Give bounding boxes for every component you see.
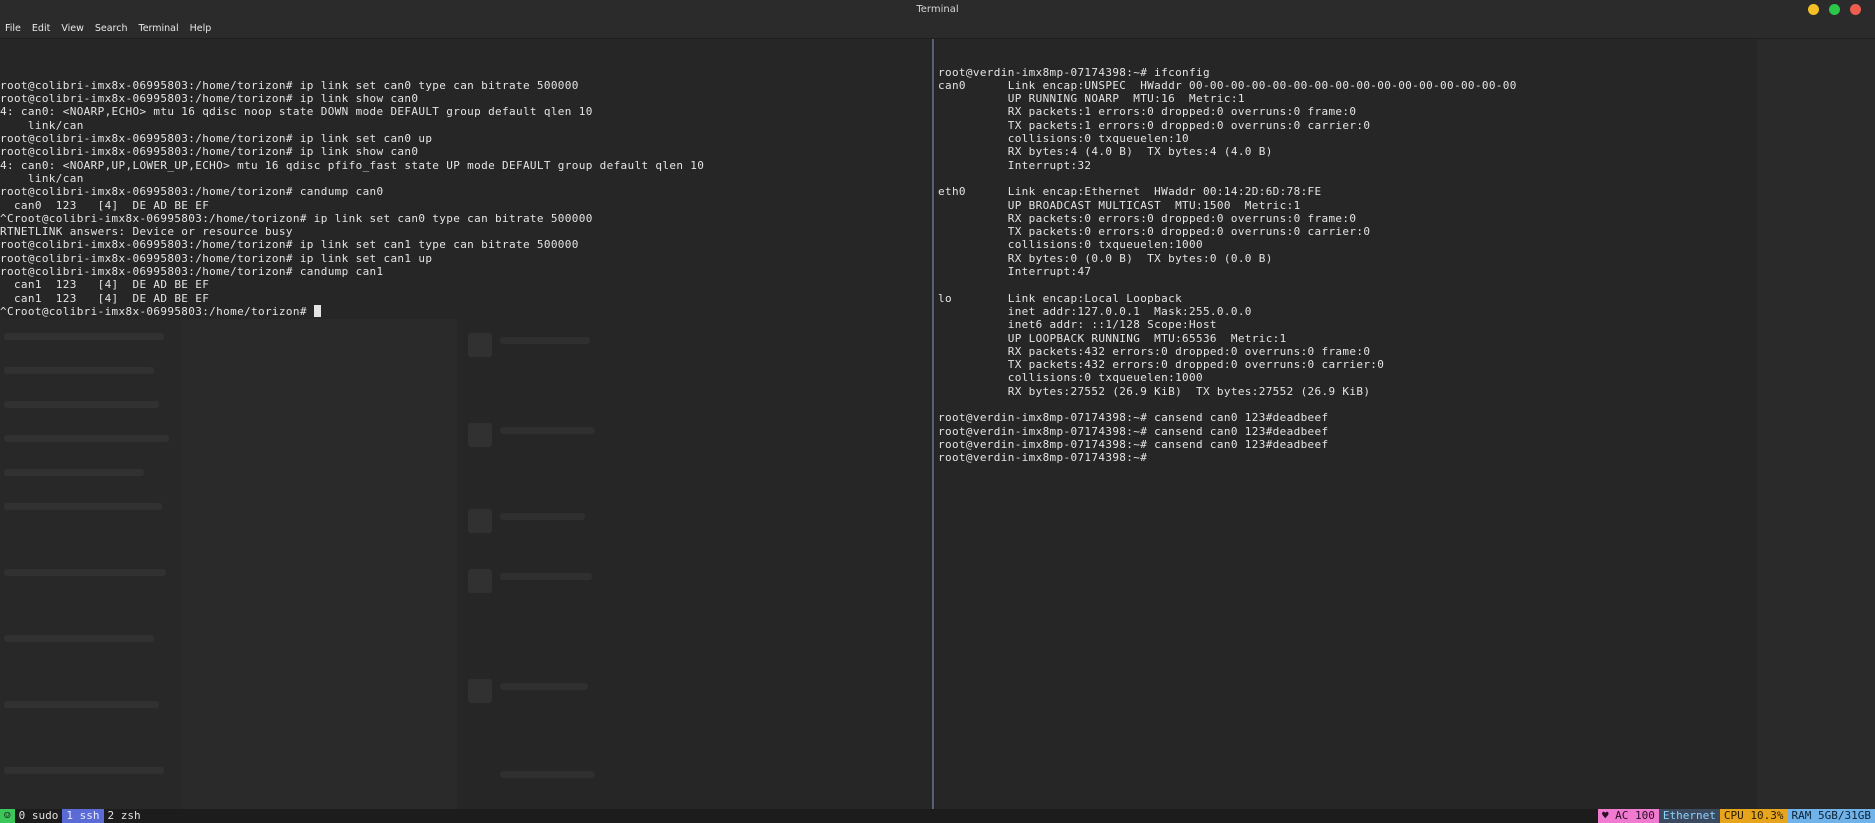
menu-view[interactable]: View xyxy=(61,23,84,34)
terminal-line: can0 123 [4] DE AD BE EF xyxy=(0,198,210,212)
terminal-line: RX packets:1 errors:0 dropped:0 overruns… xyxy=(938,105,1357,119)
pane-divider[interactable] xyxy=(932,39,934,809)
window-2[interactable]: 2 zsh xyxy=(103,809,145,823)
terminal-line: TX packets:1 errors:0 dropped:0 overruns… xyxy=(938,118,1371,132)
terminal-line: root@verdin-imx8mp-07174398:~# cansend c… xyxy=(938,437,1329,451)
terminal-line: root@colibri-imx8x-06995803:/home/torizo… xyxy=(0,132,433,146)
terminal-pane-right[interactable]: root@verdin-imx8mp-07174398:~# ifconfig c… xyxy=(935,39,1760,809)
terminal-line: eth0 Link encap:Ethernet HWaddr 00:14:2D… xyxy=(938,185,1322,199)
terminal-line: can1 123 [4] DE AD BE EF xyxy=(0,291,210,305)
terminal-line: link/can xyxy=(0,118,84,132)
background-ghost xyxy=(0,319,930,809)
terminal-line: UP LOOPBACK RUNNING MTU:65536 Metric:1 xyxy=(938,331,1287,345)
terminal-line: root@verdin-imx8mp-07174398:~# cansend c… xyxy=(938,424,1329,438)
window-0[interactable]: 0 sudo xyxy=(14,809,63,823)
close-button[interactable] xyxy=(1850,4,1861,15)
terminal-line: lo Link encap:Local Loopback xyxy=(938,291,1183,305)
terminal-line: RX packets:432 errors:0 dropped:0 overru… xyxy=(938,344,1371,358)
terminal-line: root@colibri-imx8x-06995803:/home/torizo… xyxy=(0,78,579,92)
terminal-line: RX packets:0 errors:0 dropped:0 overruns… xyxy=(938,211,1357,225)
terminal-line: root@verdin-imx8mp-07174398:~# xyxy=(938,451,1155,465)
terminal-line: root@colibri-imx8x-06995803:/home/torizo… xyxy=(0,265,384,279)
window-controls xyxy=(1808,4,1861,15)
terminal-line: 4: can0: <NOARP,UP,LOWER_UP,ECHO> mtu 16… xyxy=(0,158,705,172)
network-status: Ethernet xyxy=(1658,809,1720,823)
menu-bar: File Edit View Search Terminal Help xyxy=(0,19,1875,38)
window-title: Terminal xyxy=(916,4,959,15)
terminal-line: RX bytes:4 (4.0 B) TX bytes:4 (4.0 B) xyxy=(938,145,1273,159)
terminal-line: Interrupt:47 xyxy=(938,265,1092,279)
terminal-line: root@colibri-imx8x-06995803:/home/torizo… xyxy=(0,92,419,106)
terminal-line: ^Croot@colibri-imx8x-06995803:/home/tori… xyxy=(0,211,593,225)
terminal-prompt-line[interactable]: ^Croot@colibri-imx8x-06995803:/home/tori… xyxy=(0,304,932,318)
menu-file[interactable]: File xyxy=(5,23,21,34)
terminal-line: root@colibri-imx8x-06995803:/home/torizo… xyxy=(0,251,433,265)
terminal-line: TX packets:432 errors:0 dropped:0 overru… xyxy=(938,358,1385,372)
ram-status: RAM 5GB/31GB xyxy=(1787,809,1875,823)
session-icon: ☺ xyxy=(0,809,15,823)
terminal-line: 4: can0: <NOARP,ECHO> mtu 16 qdisc noop … xyxy=(0,105,593,119)
terminal-line: collisions:0 txqueuelen:1000 xyxy=(938,371,1203,385)
terminal-line: root@verdin-imx8mp-07174398:~# ifconfig xyxy=(938,65,1210,79)
window-titlebar[interactable]: Terminal xyxy=(0,0,1875,19)
terminal-line: root@colibri-imx8x-06995803:/home/torizo… xyxy=(0,238,579,252)
cpu-status: CPU 10.3% xyxy=(1719,809,1788,823)
terminal-line: can0 Link encap:UNSPEC HWaddr 00-00-00-0… xyxy=(938,78,1517,92)
terminal-line: link/can xyxy=(0,171,84,185)
terminal-line: root@colibri-imx8x-06995803:/home/torizo… xyxy=(0,185,384,199)
terminal-line: root@colibri-imx8x-06995803:/home/torizo… xyxy=(0,145,419,159)
menu-edit[interactable]: Edit xyxy=(32,23,50,34)
terminal-line: can1 123 [4] DE AD BE EF xyxy=(0,278,210,292)
terminal-line: RX bytes:0 (0.0 B) TX bytes:0 (0.0 B) xyxy=(938,251,1273,265)
maximize-button[interactable] xyxy=(1829,4,1840,15)
terminal-line: RX bytes:27552 (26.9 KiB) TX bytes:27552… xyxy=(938,384,1371,398)
terminal-line: root@verdin-imx8mp-07174398:~# cansend c… xyxy=(938,411,1329,425)
terminal-line: UP BROADCAST MULTICAST MTU:1500 Metric:1 xyxy=(938,198,1301,212)
tmux-status-bar: ☺ 0 sudo 1 ssh 2 zsh ♥ AC 100 Ethernet CPU 10… xyxy=(0,809,1875,823)
terminal-line: collisions:0 txqueuelen:1000 xyxy=(938,238,1203,252)
terminal-line: RTNETLINK answers: Device or resource bu… xyxy=(0,225,293,239)
window-1[interactable]: 1 ssh xyxy=(62,809,104,823)
terminal-line: inet6 addr: ::1/128 Scope:Host xyxy=(938,318,1217,332)
window-gutter xyxy=(1757,39,1875,809)
menu-terminal[interactable]: Terminal xyxy=(139,23,179,34)
menu-help[interactable]: Help xyxy=(190,23,212,34)
menu-search[interactable]: Search xyxy=(95,23,128,34)
prompt-text: ^Croot@colibri-imx8x-06995803:/home/tori… xyxy=(0,304,314,318)
battery-status: ♥ AC 100 xyxy=(1597,809,1659,823)
terminal-line: TX packets:0 errors:0 dropped:0 overruns… xyxy=(938,225,1371,239)
terminal-line: UP RUNNING NOARP MTU:16 Metric:1 xyxy=(938,92,1245,106)
terminal-pane-left[interactable]: root@colibri-imx8x-06995803:/home/torizo… xyxy=(0,39,932,809)
terminal-line: collisions:0 txqueuelen:10 xyxy=(938,132,1190,146)
terminal-line: inet addr:127.0.0.1 Mask:255.0.0.0 xyxy=(938,304,1252,318)
terminal-line: Interrupt:32 xyxy=(938,158,1092,172)
minimize-button[interactable] xyxy=(1808,4,1819,15)
text-cursor xyxy=(313,304,321,317)
